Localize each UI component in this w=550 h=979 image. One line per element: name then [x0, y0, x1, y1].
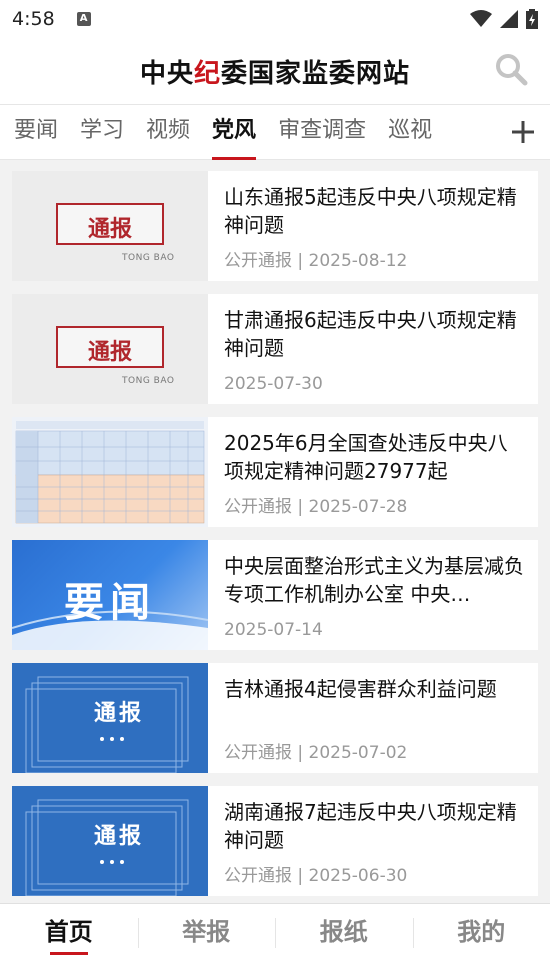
- article-card[interactable]: 2025年6月全国查处违反中央八项规定精神问题27977起 公开通报 | 202…: [12, 417, 538, 527]
- article-list: 通报 TONG BAO 山东通报5起违反中央八项规定精神问题 公开通报 | 20…: [12, 171, 538, 909]
- status-icons: [470, 9, 538, 29]
- a-icon: A: [76, 12, 91, 26]
- article-card[interactable]: 通报 吉林通报4起侵害群众利益问题 公开通报 | 2025-07-02: [12, 663, 538, 773]
- article-title: 中央层面整治形式主义为基层减负专项工作机制办公室 中央…: [224, 554, 524, 606]
- thumbnail-word: 通报: [87, 216, 132, 242]
- site-title-red: 纪: [193, 58, 221, 89]
- nav-home[interactable]: 首页: [0, 904, 138, 979]
- article-meta: 2025-07-30: [224, 374, 323, 394]
- battery-charging-icon: [526, 9, 538, 29]
- thumbnail-word: 通报: [87, 339, 132, 365]
- article-thumbnail: [12, 417, 208, 527]
- article-thumbnail: 通报 TONG BAO: [12, 171, 208, 281]
- article-title: 山东通报5起违反中央八项规定精神问题: [224, 185, 517, 237]
- article-meta: 公开通报 | 2025-07-28: [224, 497, 408, 517]
- thumbnail-subword: TONG BAO: [122, 253, 175, 263]
- article-title: 甘肃通报6起违反中央八项规定精神问题: [224, 308, 517, 360]
- article-card[interactable]: 通报 湖南通报7起违反中央八项规定精神问题 公开通报 | 2025-06-30: [12, 786, 538, 896]
- article-title: 吉林通报4起侵害群众利益问题: [224, 677, 497, 701]
- site-title: 中央纪委国家监委网站: [140, 53, 410, 90]
- article-thumbnail: 通报 TONG BAO: [12, 294, 208, 404]
- wifi-icon: [470, 10, 492, 27]
- article-thumbnail: 通报: [12, 663, 208, 773]
- thumbnail-subword: TONG BAO: [122, 376, 175, 386]
- plus-icon[interactable]: [510, 119, 536, 145]
- tab-shipin[interactable]: 视频: [146, 104, 190, 160]
- signal-icon: [500, 10, 518, 28]
- article-meta: 公开通报 | 2025-08-12: [224, 251, 408, 271]
- thumbnail-word: 要闻: [64, 579, 156, 626]
- status-bar: 4:58 A: [0, 0, 550, 38]
- site-title-part2: 委国家监委网站: [221, 58, 411, 89]
- article-meta: 公开通报 | 2025-06-30: [224, 866, 408, 886]
- article-title: 湖南通报7起违反中央八项规定精神问题: [224, 800, 517, 852]
- article-thumbnail: 通报: [12, 786, 208, 896]
- article-card[interactable]: 通报 TONG BAO 甘肃通报6起违反中央八项规定精神问题 2025-07-3…: [12, 294, 538, 404]
- tab-xuexi[interactable]: 学习: [80, 104, 124, 160]
- nav-report[interactable]: 举报: [137, 904, 276, 979]
- tongbao-frame: 通报: [56, 326, 164, 368]
- thumbnail-word: 通报: [94, 700, 145, 726]
- bottom-nav: 首页 举报 报纸 我的: [0, 903, 550, 979]
- category-tabs: 要闻 学习 视频 党风 审查调查 巡视: [0, 104, 550, 160]
- nav-newspaper[interactable]: 报纸: [275, 904, 413, 979]
- table-image: [12, 417, 208, 527]
- tab-xunshi[interactable]: 巡视: [388, 104, 432, 160]
- article-card[interactable]: 通报 TONG BAO 山东通报5起违反中央八项规定精神问题 公开通报 | 20…: [12, 171, 538, 281]
- article-card[interactable]: 要闻 中央层面整治形式主义为基层减负专项工作机制办公室 中央… 2025-07-…: [12, 540, 538, 650]
- status-time: 4:58: [12, 8, 55, 30]
- article-meta: 2025-07-14: [224, 620, 323, 640]
- article-meta: 公开通报 | 2025-07-02: [224, 743, 408, 763]
- nav-mine[interactable]: 我的: [412, 904, 550, 979]
- article-title: 2025年6月全国查处违反中央八项规定精神问题27977起: [224, 431, 508, 483]
- thumbnail-word: 通报: [94, 823, 145, 849]
- search-icon[interactable]: [494, 52, 528, 86]
- tongbao-frame: 通报: [56, 203, 164, 245]
- site-title-part1: 中央: [139, 58, 194, 89]
- tab-shenchadiaocha[interactable]: 审查调查: [278, 104, 366, 160]
- tab-yaowen[interactable]: 要闻: [14, 104, 58, 160]
- article-thumbnail: 要闻: [12, 540, 208, 650]
- app-header: 中央纪委国家监委网站: [0, 38, 550, 104]
- tab-dangfeng[interactable]: 党风: [212, 104, 257, 160]
